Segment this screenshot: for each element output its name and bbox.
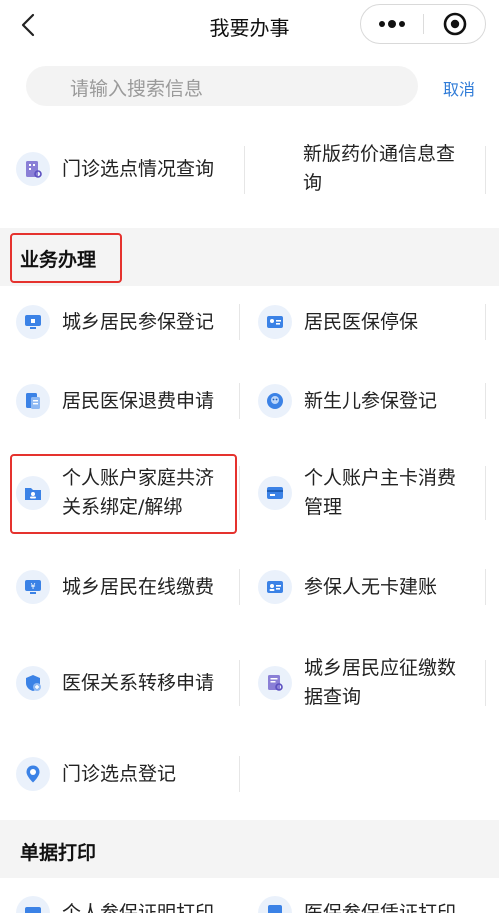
column-divider: [244, 146, 245, 194]
column-divider: [239, 304, 240, 340]
id-card-icon: [258, 305, 292, 339]
section-header-printing: 单据打印: [0, 820, 499, 878]
more-dots-icon: [379, 20, 405, 28]
service-item-label: 新生儿参保登记: [304, 389, 438, 412]
service-item-personal-proof-print[interactable]: 个人参保证明打印: [16, 896, 236, 913]
card-icon: [258, 476, 292, 510]
payment-icon: ¥: [16, 570, 50, 604]
print-icon: [16, 896, 50, 913]
service-item-certificate-print[interactable]: 医保参保凭证打印: [258, 896, 478, 913]
cancel-button[interactable]: 取消: [443, 76, 475, 100]
column-divider: [239, 660, 240, 706]
account-card-icon: [258, 570, 292, 604]
service-item-refund-request[interactable]: 居民医保退费申请: [16, 384, 236, 418]
service-item-label: 城乡居民在线缴费: [62, 575, 215, 598]
search-row: 请输入搜索信息 取消: [0, 60, 499, 112]
highlight-box: [10, 233, 122, 283]
search-input[interactable]: 请输入搜索信息: [26, 66, 418, 106]
service-item-label: 门诊选点登记: [62, 762, 177, 785]
service-item-label: 居民医保退费申请: [62, 389, 215, 412]
service-item-relation-transfer[interactable]: 医保关系转移申请: [16, 654, 236, 712]
more-menu-button[interactable]: [361, 5, 423, 43]
service-item-label: 新版药价通信息查询: [303, 143, 456, 194]
service-item-online-payment[interactable]: ¥ 城乡居民在线缴费: [16, 570, 236, 604]
transfer-shield-icon: [16, 666, 50, 700]
svg-text:¥: ¥: [30, 582, 35, 591]
column-divider: [485, 466, 486, 520]
service-item-label: 个人参保证明打印: [62, 901, 215, 913]
service-item-label: 门诊选点情况查询: [62, 157, 215, 180]
service-item-label: 居民医保停保: [304, 310, 419, 333]
service-item-levy-data-query[interactable]: 城乡居民应征缴数据查询: [258, 654, 478, 712]
column-divider: [239, 569, 240, 605]
service-item-cardless-account[interactable]: 参保人无卡建账: [258, 570, 478, 604]
close-mini-program-button[interactable]: [424, 5, 486, 43]
service-item-label: 参保人无卡建账: [304, 575, 438, 598]
service-item-label: 个人账户主卡消费管理: [304, 467, 457, 518]
target-circle-icon: [443, 12, 467, 36]
column-divider: [485, 660, 486, 706]
data-search-icon: [258, 666, 292, 700]
service-item-suspend-insurance[interactable]: 居民医保停保: [258, 305, 478, 339]
service-item-outpatient-query[interactable]: 门诊选点情况查询: [16, 149, 246, 189]
column-divider: [485, 304, 486, 340]
service-item-label: 城乡居民参保登记: [62, 310, 215, 333]
service-item-label: 医保关系转移申请: [62, 671, 215, 694]
service-item-outpatient-registration[interactable]: 门诊选点登记: [16, 757, 236, 791]
mini-program-capsule: [360, 4, 486, 44]
service-item-newborn-enroll[interactable]: 新生儿参保登记: [258, 384, 478, 418]
navigation-bar: 我要办事: [0, 0, 499, 50]
certificate-icon: [258, 896, 292, 913]
service-item-label: 城乡居民应征缴数据查询: [304, 657, 457, 708]
location-pin-icon: [16, 757, 50, 791]
search-placeholder: 请输入搜索信息: [70, 78, 204, 100]
column-divider: [239, 466, 240, 520]
hospital-search-icon: [16, 152, 50, 186]
column-divider: [485, 383, 486, 419]
baby-icon: [258, 384, 292, 418]
section-title: 单据打印: [20, 842, 97, 864]
column-divider: [485, 146, 486, 194]
document-icon: [16, 384, 50, 418]
service-item-main-card-consumption[interactable]: 个人账户主卡消费管理: [258, 464, 478, 522]
service-item-label: 医保参保凭证打印: [304, 901, 457, 913]
column-divider: [239, 756, 240, 792]
highlight-box: [10, 454, 237, 534]
column-divider: [485, 569, 486, 605]
service-item-drug-price[interactable]: 新版药价通信息查询: [303, 140, 473, 198]
column-divider: [239, 383, 240, 419]
service-item-urban-rural-enroll[interactable]: 城乡居民参保登记: [16, 305, 236, 339]
monitor-icon: [16, 305, 50, 339]
